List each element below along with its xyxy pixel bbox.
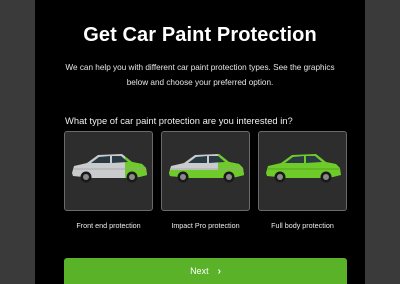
option-label: Impact Pro protection [171,221,240,230]
next-button-label: Next [190,266,209,276]
intro-text: We can help you with different car paint… [65,63,335,87]
car-full-body-icon [266,154,341,183]
next-button[interactable]: Next › [64,258,347,284]
option-label: Front end protection [76,221,141,230]
car-front-end-icon [72,154,147,183]
form-panel: Get Car Paint Protection We can help you… [35,0,365,284]
protection-options: Front end protection Impact Pro protecti… [64,131,347,241]
option-card[interactable] [258,131,347,211]
chevron-right-icon: › [217,265,221,277]
option-card[interactable] [161,131,250,211]
option-front-end[interactable]: Front end protection [64,131,153,241]
option-impact-pro[interactable]: Impact Pro protection [161,131,250,241]
option-label: Full body protection [271,221,334,230]
question-label: What type of car paint protection are yo… [65,115,293,126]
page-title: Get Car Paint Protection [83,24,317,46]
car-impact-pro-icon [169,154,244,183]
option-card[interactable] [64,131,153,211]
option-full-body[interactable]: Full body protection [258,131,347,241]
